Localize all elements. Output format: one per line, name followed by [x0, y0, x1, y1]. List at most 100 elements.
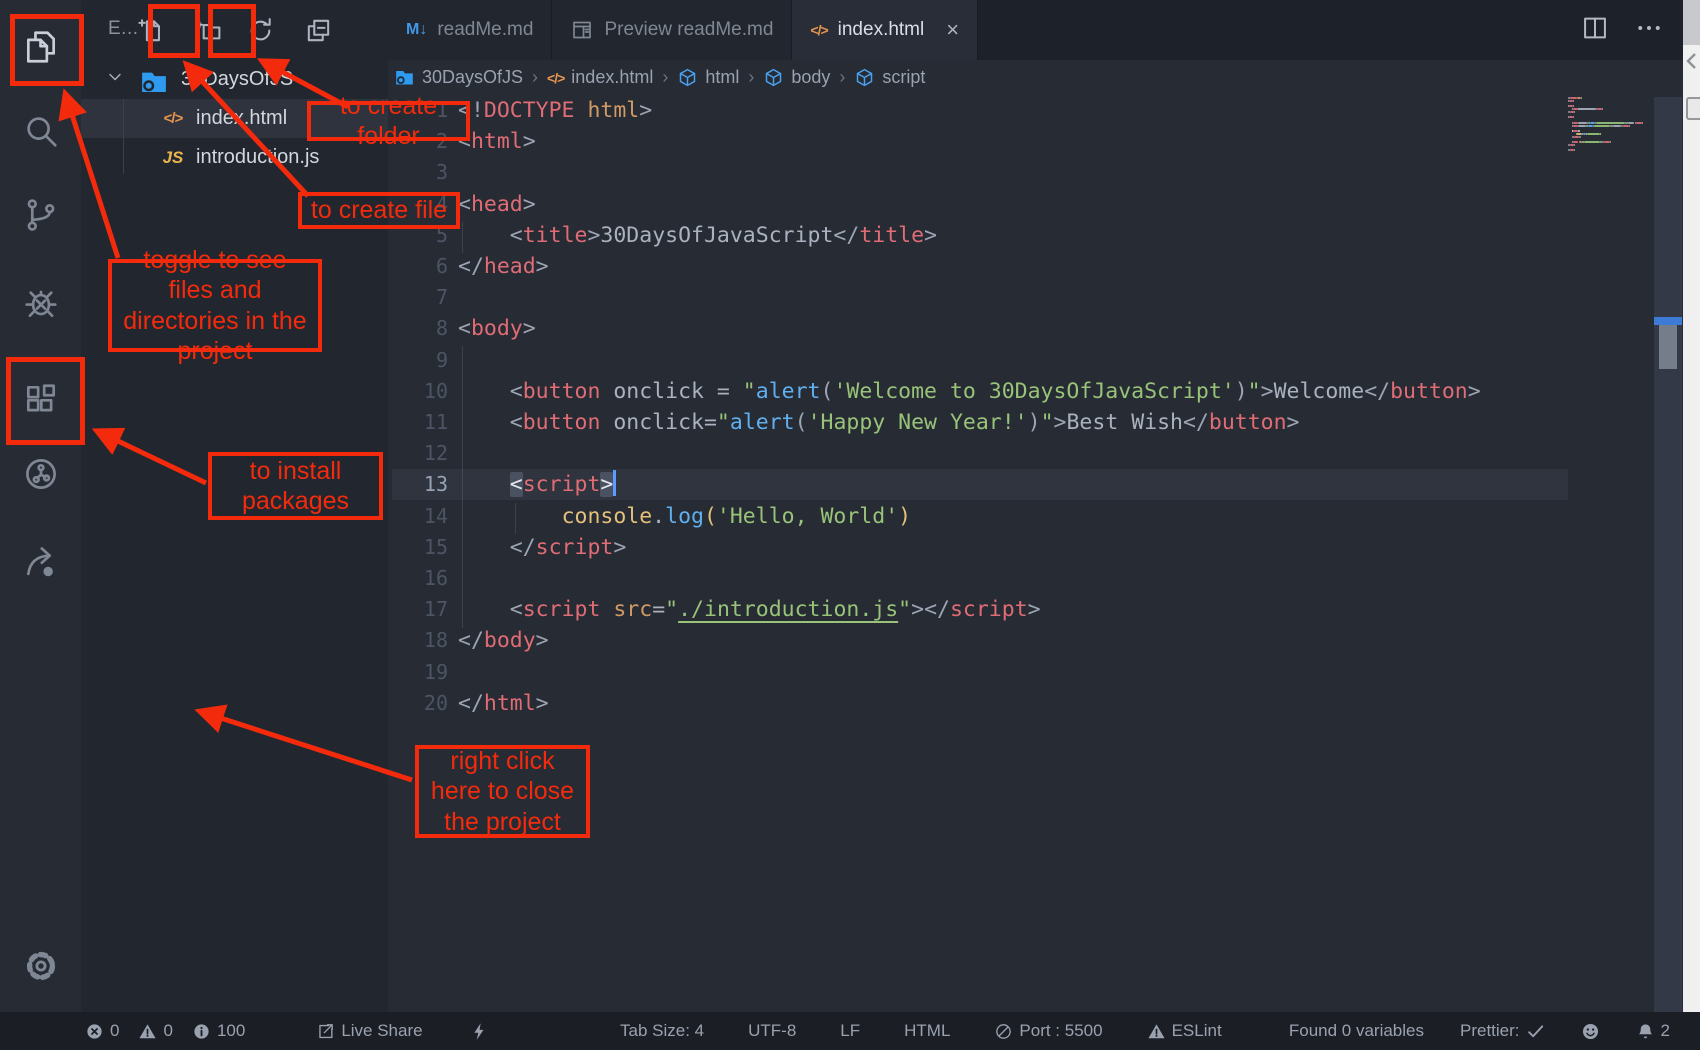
breadcrumb[interactable]: 30DaysOfJS›</>index.html›html›body›scrip…	[388, 60, 1683, 95]
minimap-line	[1629, 125, 1630, 127]
activity-bar-item-share[interactable]	[18, 539, 64, 585]
code-line-13[interactable]: 13 <script>	[388, 469, 1683, 501]
activity-bar-item-explorer[interactable]	[18, 24, 64, 70]
code-line-5[interactable]: 5 <title>30DaysOfJavaScript</title>	[388, 220, 1683, 252]
scrollbar-thumb[interactable]	[1659, 325, 1677, 369]
status-lightning[interactable]	[470, 1022, 489, 1041]
line-number: 1	[392, 98, 448, 122]
status-errors[interactable]: 0	[85, 1021, 119, 1041]
code-editor[interactable]: 1<!DOCTYPE html>2<html>3 4<head>5 <title>…	[388, 95, 1683, 795]
status-label: ESLint	[1172, 1021, 1222, 1041]
activity-bar-item-extensions[interactable]	[18, 377, 64, 423]
circle-fork-icon	[22, 455, 60, 493]
new-folder-button[interactable]	[188, 8, 228, 52]
gear-icon	[22, 947, 60, 985]
code-line-19[interactable]: 19	[388, 657, 1683, 689]
code-line-9[interactable]: 9	[388, 345, 1683, 377]
breadcrumb-item-body[interactable]: body	[763, 67, 830, 88]
line-number: 15	[392, 535, 448, 559]
code-text: <button onclick="alert('Happy New Year!'…	[458, 408, 1300, 438]
line-number: 7	[392, 285, 448, 309]
line-number: 16	[392, 566, 448, 590]
line-number: 10	[392, 379, 448, 403]
status-language-mode[interactable]: HTML	[904, 1021, 950, 1041]
minimap-line	[1573, 108, 1578, 110]
status-eslint[interactable]: ESLint	[1147, 1021, 1222, 1041]
minimap[interactable]	[1568, 97, 1652, 177]
status-found-variables[interactable]: Found 0 variables	[1289, 1021, 1424, 1041]
split-editor-button[interactable]	[1581, 14, 1609, 47]
activity-bar-item-remote-fork[interactable]	[18, 451, 64, 497]
status-live-server-port[interactable]: Port : 5500	[994, 1021, 1102, 1041]
code-text: <html>	[458, 127, 536, 157]
status-eol[interactable]: LF	[840, 1021, 860, 1041]
code-line-8[interactable]: 8<body>	[388, 313, 1683, 345]
minimap-line	[1574, 111, 1575, 113]
code-line-11[interactable]: 11 <button onclick="alert('Happy New Yea…	[388, 407, 1683, 439]
collapse-all-icon	[304, 16, 333, 45]
minimap-line	[1590, 122, 1595, 124]
line-number: 9	[392, 348, 448, 372]
debug-icon	[22, 284, 60, 322]
activity-bar	[0, 0, 81, 1012]
activity-bar-item-source-control[interactable]	[18, 192, 64, 238]
minimap-line	[1584, 141, 1600, 143]
status-infos[interactable]: 100	[192, 1021, 245, 1041]
breadcrumb-label: 30DaysOfJS	[422, 67, 523, 88]
explorer-sidebar: E... 30DaysOfJS</>index.htmlJSintroducti…	[81, 0, 388, 1012]
code-line-2[interactable]: 2<html>	[388, 126, 1683, 158]
code-line-17[interactable]: 17 <script src="./introduction.js"></scr…	[388, 594, 1683, 626]
tree-file-index.html[interactable]: </>index.html	[81, 99, 388, 138]
close-icon[interactable]: ×	[946, 19, 959, 41]
code-line-3[interactable]: 3	[388, 157, 1683, 189]
breadcrumb-label: body	[791, 67, 830, 88]
breadcrumb-item-html[interactable]: html	[677, 67, 739, 88]
code-line-18[interactable]: 18</body>	[388, 625, 1683, 657]
file-label: introduction.js	[196, 146, 319, 169]
status-live-share[interactable]: Live Share	[316, 1021, 422, 1041]
refresh-button[interactable]	[240, 8, 280, 52]
split-editor-icon	[1581, 14, 1609, 42]
code-line-15[interactable]: 15 </script>	[388, 532, 1683, 564]
search-icon	[22, 112, 60, 150]
code-line-10[interactable]: 10 <button onclick = "alert('Welcome to …	[388, 376, 1683, 408]
code-line-7[interactable]: 7	[388, 282, 1683, 314]
activity-bar-item-run-debug[interactable]	[18, 280, 64, 326]
code-line-12[interactable]: 12	[388, 438, 1683, 470]
status-notifications[interactable]: 2	[1636, 1021, 1670, 1041]
code-line-4[interactable]: 4<head>	[388, 189, 1683, 221]
activity-bar-item-search[interactable]	[18, 108, 64, 154]
line-number: 3	[392, 160, 448, 184]
status-encoding[interactable]: UTF-8	[748, 1021, 796, 1041]
minimap-line	[1588, 125, 1593, 127]
code-line-1[interactable]: 1<!DOCTYPE html>	[388, 95, 1683, 127]
tab-Preview readMe.md[interactable]: Preview readMe.md	[552, 0, 792, 60]
tree-file-introduction.js[interactable]: JS introduction.js	[81, 138, 388, 177]
status-prettier[interactable]: Prettier:	[1460, 1021, 1545, 1041]
js-file-icon: JS	[156, 148, 190, 168]
status-warnings[interactable]: 0	[138, 1021, 172, 1041]
files-icon	[22, 28, 60, 66]
html-file-icon: </>	[156, 110, 190, 127]
tree-root-folder[interactable]: 30DaysOfJS	[81, 60, 388, 99]
more-actions-button[interactable]	[1635, 14, 1663, 47]
status-feedback-smiley[interactable]	[1581, 1022, 1600, 1041]
tab-index.html[interactable]: </>index.html×	[792, 0, 978, 60]
breadcrumb-item-30DaysOfJS[interactable]: 30DaysOfJS	[394, 67, 523, 88]
new-file-button[interactable]	[130, 8, 170, 52]
code-line-6[interactable]: 6</head>	[388, 251, 1683, 283]
info-circle-icon	[192, 1022, 211, 1041]
minimap-line	[1628, 122, 1635, 124]
smiley-icon	[1581, 1022, 1600, 1041]
editor-scrollbar[interactable]	[1654, 97, 1682, 1012]
line-number: 14	[392, 504, 448, 528]
breadcrumb-item-index.html[interactable]: </>index.html	[547, 67, 653, 88]
code-line-20[interactable]: 20</html>	[388, 688, 1683, 720]
breadcrumb-item-script[interactable]: script	[854, 67, 925, 88]
activity-bar-item-settings[interactable]	[18, 943, 64, 989]
status-tab-size[interactable]: Tab Size: 4	[620, 1021, 704, 1041]
code-line-16[interactable]: 16	[388, 563, 1683, 595]
tab-readMe.md[interactable]: M↓readMe.md	[388, 0, 552, 60]
collapse-all-button[interactable]	[298, 8, 338, 52]
code-line-14[interactable]: 14 console.log('Hello, World')	[388, 501, 1683, 533]
